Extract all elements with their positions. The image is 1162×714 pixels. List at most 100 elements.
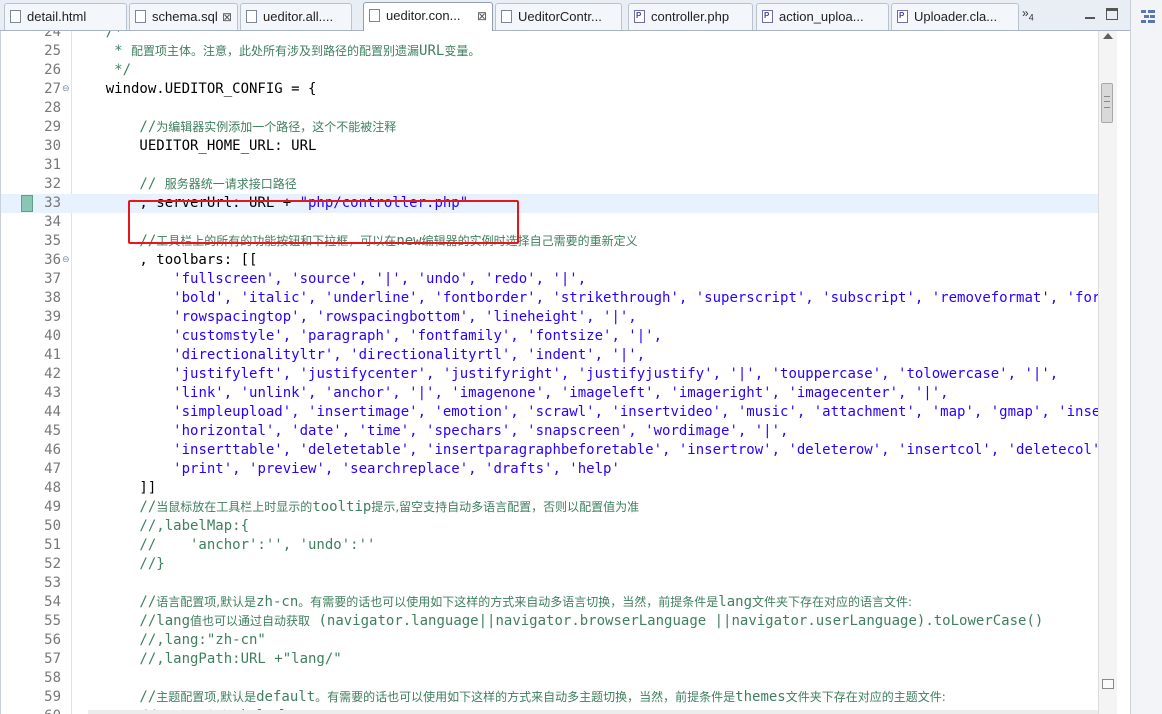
tab-ueditor-all[interactable]: ueditor.all.... xyxy=(240,3,352,30)
scroll-thumb[interactable] xyxy=(1101,83,1113,123)
code-token: 'directionalityltr', 'directionalityrtl'… xyxy=(173,347,646,363)
code-line[interactable]: 31 xyxy=(1,156,1099,175)
line-number: 39 xyxy=(44,309,61,325)
code-text: 'fullscreen', 'source', '|', 'undo', 're… xyxy=(72,270,586,289)
code-line[interactable]: 37 'fullscreen', 'source', '|', 'undo', … xyxy=(1,270,1099,289)
code-line[interactable]: 26 */ xyxy=(1,61,1099,80)
code-token: 主题配置项,默认是 xyxy=(156,690,257,704)
code-line[interactable]: 50 //,labelMap:{ xyxy=(1,517,1099,536)
code-line[interactable]: 48 ]] xyxy=(1,479,1099,498)
tab-controller-php[interactable]: controller.php xyxy=(628,3,753,30)
code-text: 'rowspacingtop', 'rowspacingbottom', 'li… xyxy=(72,308,637,327)
line-number: 35 xyxy=(44,233,61,249)
code-text: /* xyxy=(72,31,123,42)
line-number: 43 xyxy=(44,385,61,401)
tab-label: detail.html xyxy=(27,9,87,24)
tab-uploader-cla[interactable]: Uploader.cla... xyxy=(891,3,1019,30)
code-line[interactable]: 42 'justifyleft', 'justifycenter', 'just… xyxy=(1,365,1099,384)
code-line[interactable]: 49 //当鼠标放在工具栏上时显示的tooltip提示,留空支持自动多语言配置，… xyxy=(1,498,1099,517)
code-token: */ xyxy=(72,62,132,78)
code-token: 提示,留空支持自动多语言配置，否则以配置值为准 xyxy=(371,500,640,514)
line-number: 30 xyxy=(44,138,61,154)
code-line[interactable]: 44 'simpleupload', 'insertimage', 'emoti… xyxy=(1,403,1099,422)
code-line[interactable]: 24 /* xyxy=(1,31,1099,42)
code-line[interactable]: 54 //语言配置项,默认是zh-cn。有需要的话也可以使用如下这样的方式来自动… xyxy=(1,593,1099,612)
php-file-icon xyxy=(634,4,645,29)
code-line[interactable]: 40 'customstyle', 'paragraph', 'fontfami… xyxy=(1,327,1099,346)
code-line[interactable]: 45 'horizontal', 'date', 'time', 'specha… xyxy=(1,422,1099,441)
code-line[interactable]: 27 ⊖ window.UEDITOR_CONFIG = { xyxy=(1,80,1099,99)
code-token: 'inserttable', 'deletetable', 'insertpar… xyxy=(173,442,1099,458)
tab-label: controller.php xyxy=(651,9,730,24)
code-line[interactable]: 38 'bold', 'italic', 'underline', 'fontb… xyxy=(1,289,1099,308)
code-line[interactable]: 39 'rowspacingtop', 'rowspacingbottom', … xyxy=(1,308,1099,327)
code-line[interactable]: 25 * 配置项主体。注意，此处所有涉及到路径的配置别遗漏URL变量。 xyxy=(1,42,1099,61)
code-line[interactable]: 55 //lang值也可以通过自动获取 (navigator.language|… xyxy=(1,612,1099,631)
code-line[interactable]: 57 //,langPath:URL +"lang/" xyxy=(1,650,1099,669)
line-number: 36 xyxy=(44,252,61,268)
close-tab-icon[interactable]: ⊠ xyxy=(222,4,232,30)
vertical-scrollbar[interactable] xyxy=(1098,31,1117,714)
outline-view-icon[interactable] xyxy=(1141,10,1155,24)
code-line[interactable]: 47 'print', 'preview', 'searchreplace', … xyxy=(1,460,1099,479)
tab-ueditorcontr[interactable]: UeditorContr... xyxy=(495,3,622,30)
code-line[interactable]: 36 ⊖ , toolbars: [[ xyxy=(1,251,1099,270)
code-text: //主题配置项,默认是default。有需要的话也可以使用如下这样的方式来自动多… xyxy=(72,688,946,707)
file-icon xyxy=(369,9,380,22)
code-line[interactable]: 59 //主题配置项,默认是default。有需要的话也可以使用如下这样的方式来… xyxy=(1,688,1099,707)
code-line[interactable]: 43 'link', 'unlink', 'anchor', '|', 'ima… xyxy=(1,384,1099,403)
line-number: 42 xyxy=(44,366,61,382)
line-number: 34 xyxy=(44,214,61,230)
line-number: 27 xyxy=(44,81,61,97)
tab-action-uploa[interactable]: action_uploa... xyxy=(756,3,889,30)
horizontal-scrollbar[interactable] xyxy=(88,710,1098,714)
code-line[interactable]: 32 // 服务器统一请求接口路径 xyxy=(1,175,1099,194)
minimize-icon[interactable] xyxy=(1084,8,1096,20)
code-editor[interactable]: 24 /* 25 * 配置项主体。注意，此处所有涉及到路径的配置别遗漏URL变量。… xyxy=(0,31,1099,714)
code-text: //,labelMap:{ xyxy=(72,517,249,536)
code-line[interactable]: 53 xyxy=(1,574,1099,593)
code-token: 'customstyle', 'paragraph', 'fontfamily'… xyxy=(173,328,663,344)
code-text: */ xyxy=(72,61,131,80)
line-number: 45 xyxy=(44,423,61,439)
tab-ueditor-con[interactable]: ueditor.con... ⊠ xyxy=(363,2,493,31)
code-line[interactable]: 28 xyxy=(1,99,1099,118)
code-token: * xyxy=(72,43,132,59)
code-token: //,labelMap:{ xyxy=(72,518,250,534)
code-line[interactable]: 58 xyxy=(1,669,1099,688)
line-number: 47 xyxy=(44,461,61,477)
code-token: 文件夹下存在对应的主题文件: xyxy=(785,690,946,704)
code-line[interactable]: 30 UEDITOR_HOME_URL: URL xyxy=(1,137,1099,156)
code-line[interactable]: 41 'directionalityltr', 'directionalityr… xyxy=(1,346,1099,365)
code-text: , toolbars: [[ xyxy=(72,251,257,270)
code-text: //当鼠标放在工具栏上时显示的tooltip提示,留空支持自动多语言配置，否则以… xyxy=(72,498,639,517)
close-tab-icon[interactable]: ⊠ xyxy=(477,3,487,29)
code-text: * 配置项主体。注意，此处所有涉及到路径的配置别遗漏URL变量。 xyxy=(72,42,480,61)
fold-toggle-icon[interactable]: ⊖ xyxy=(62,80,70,99)
code-token: 。有需要的话也可以使用如下这样的方式来自动多主题切换，当然，前提条件是 xyxy=(315,690,736,704)
line-number: 46 xyxy=(44,442,61,458)
tab-schema-sql[interactable]: schema.sql ⊠ xyxy=(129,3,238,30)
line-number: 52 xyxy=(44,556,61,572)
code-line[interactable]: 52 //} xyxy=(1,555,1099,574)
code-line[interactable]: 56 //,lang:"zh-cn" xyxy=(1,631,1099,650)
fold-toggle-icon[interactable]: ⊖ xyxy=(62,251,70,270)
code-line[interactable]: 29 //为编辑器实例添加一个路径，这个不能被注释 xyxy=(1,118,1099,137)
tab-overflow-button[interactable]: »4 xyxy=(1022,6,1034,22)
code-token: 'print', 'preview', 'searchreplace', 'dr… xyxy=(173,461,620,477)
scroll-up-arrow-icon[interactable] xyxy=(1103,33,1113,39)
code-line[interactable]: 46 'inserttable', 'deletetable', 'insert… xyxy=(1,441,1099,460)
line-number: 54 xyxy=(44,594,61,610)
code-token: 'horizontal', 'date', 'time', 'spechars'… xyxy=(173,423,789,439)
code-line[interactable]: 51 // 'anchor':'', 'undo':'' xyxy=(1,536,1099,555)
tab-label: UeditorContr... xyxy=(518,9,602,24)
maximize-icon[interactable] xyxy=(1106,8,1118,20)
code-token: lang xyxy=(718,594,753,610)
code-token: URL xyxy=(419,43,445,59)
code-text: 'print', 'preview', 'searchreplace', 'dr… xyxy=(72,460,620,479)
tab-detail-html[interactable]: detail.html xyxy=(4,3,127,30)
